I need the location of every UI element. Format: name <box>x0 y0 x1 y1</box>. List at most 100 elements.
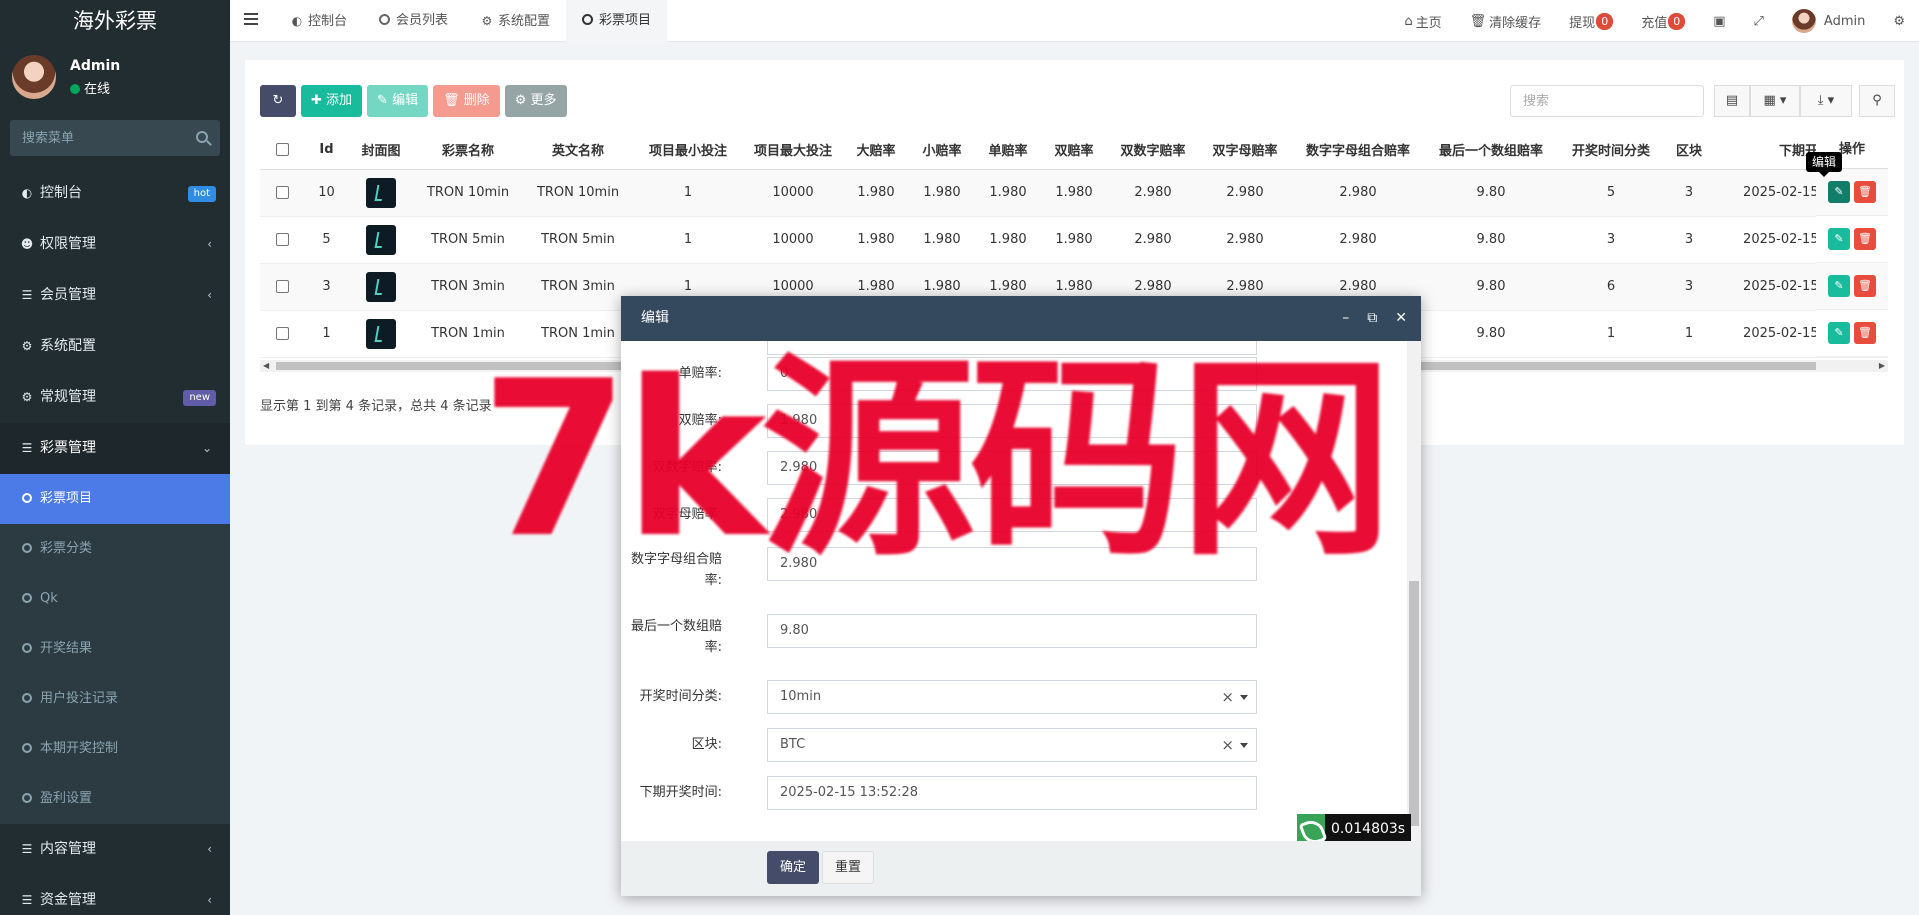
row-edit-button[interactable]: ✎ <box>1828 181 1850 203</box>
row-checkbox[interactable] <box>275 327 289 340</box>
scroll-left-icon[interactable]: ◀ <box>263 360 269 372</box>
row-delete-button[interactable]: 🗑 <box>1854 275 1876 297</box>
page-trace-timer[interactable]: 0.014803s <box>1297 814 1412 844</box>
maximize-icon[interactable]: ⧉ <box>1367 296 1377 341</box>
tab-system-config[interactable]: ⚙ 系统配置 <box>464 0 566 42</box>
withdraw-link[interactable]: 提现 0 <box>1555 0 1627 42</box>
app-logo[interactable]: 海外彩票 <box>0 0 230 42</box>
row-checkbox[interactable] <box>275 186 289 199</box>
row-checkbox[interactable] <box>275 280 289 293</box>
row-edit-button[interactable]: ✎ <box>1828 275 1850 297</box>
col-header[interactable]: 最后一个数组赔率 <box>1425 130 1557 170</box>
sidebar-subitem-draw-control[interactable]: 本期开奖控制 <box>0 724 230 774</box>
language-icon[interactable]: ▣ <box>1699 0 1739 42</box>
close-icon[interactable]: ✕ <box>1395 296 1407 341</box>
col-header[interactable]: 英文名称 <box>523 130 633 170</box>
sidebar-item-dashboard[interactable]: ◐ 控制台 hot <box>0 168 230 219</box>
recharge-link[interactable]: 充值 0 <box>1627 0 1699 42</box>
search-icon[interactable] <box>196 131 208 143</box>
block-select[interactable]: BTC × <box>767 728 1257 762</box>
col-header[interactable]: 小赔率 <box>909 130 975 170</box>
double-number-odds-input[interactable]: 2.980 <box>767 451 1257 485</box>
advanced-search-button[interactable]: ⚲ <box>1859 85 1895 117</box>
modal-vertical-scrollbar[interactable] <box>1407 341 1421 841</box>
reset-button[interactable]: 重置 <box>822 851 874 884</box>
sidebar-item-members[interactable]: ☰ 会员管理 ‹ <box>0 270 230 321</box>
home-link[interactable]: ⌂ 主页 <box>1390 0 1455 42</box>
combo-odds-input[interactable]: 2.980 <box>767 547 1257 581</box>
col-header[interactable]: 数字字母组合赔率 <box>1291 130 1425 170</box>
table-row[interactable]: 10 TRON 10min TRON 10min 1 10000 1.980 1.980 1.… <box>260 169 1888 217</box>
admin-menu[interactable]: Admin <box>1778 0 1879 42</box>
columns-button[interactable]: ▦ ▾ <box>1750 85 1800 117</box>
sidebar-subitem-lottery-category[interactable]: 彩票分类 <box>0 524 230 574</box>
more-button[interactable]: ⚙ 更多 <box>504 85 567 117</box>
row-delete-button[interactable]: 🗑 <box>1854 181 1876 203</box>
scroll-right-icon[interactable]: ▶ <box>1879 360 1885 372</box>
col-header[interactable]: 大赔率 <box>843 130 909 170</box>
last-number-odds-input[interactable]: 9.80 <box>767 614 1257 648</box>
select-all-checkbox[interactable] <box>275 142 289 156</box>
sidebar-item-general[interactable]: ⚙ 常规管理 new <box>0 372 230 423</box>
draw-time-category-select[interactable]: 10min × <box>767 680 1257 714</box>
sidebar-item-funds[interactable]: ☰ 资金管理 ‹ <box>0 875 230 915</box>
col-header[interactable]: 双赔率 <box>1041 130 1107 170</box>
clear-icon[interactable]: × <box>1221 681 1234 713</box>
cover-image[interactable] <box>366 224 396 255</box>
col-header[interactable]: 彩票名称 <box>413 130 523 170</box>
cover-image[interactable] <box>366 177 396 208</box>
table-search-input[interactable] <box>1510 85 1704 117</box>
settings-gear-icon[interactable]: ⚙ <box>1879 0 1919 42</box>
toggle-view-button[interactable]: ▤ <box>1714 85 1750 117</box>
sidebar-item-lottery[interactable]: ☰ 彩票管理 ⌄ <box>0 423 230 474</box>
sidebar-subitem-bet-records[interactable]: 用户投注记录 <box>0 674 230 724</box>
clear-cache-link[interactable]: 🗑 清除缓存 <box>1456 0 1556 42</box>
col-header[interactable]: 区块 <box>1665 130 1713 170</box>
col-header[interactable]: 双数字赔率 <box>1107 130 1199 170</box>
cover-image[interactable] <box>366 318 396 349</box>
edit-button[interactable]: ✎ 编辑 <box>367 85 429 117</box>
delete-button[interactable]: 🗑 删除 <box>433 85 500 117</box>
col-header[interactable]: Id <box>304 130 349 170</box>
col-header[interactable]: 开奖时间分类 <box>1557 130 1665 170</box>
minimize-icon[interactable]: – <box>1342 296 1349 341</box>
cover-image[interactable] <box>366 271 396 302</box>
sidebar-subitem-lottery-project[interactable]: 彩票项目 <box>0 474 230 524</box>
even-odds-input[interactable]: 1.980 <box>767 404 1257 438</box>
row-edit-button[interactable]: ✎ <box>1828 322 1850 344</box>
table-row[interactable]: 5 TRON 5min TRON 5min 1 10000 1.980 1.980 1.980… <box>260 216 1888 264</box>
odd-odds-input[interactable]: 0 <box>767 357 1257 391</box>
col-header[interactable]: 单赔率 <box>975 130 1041 170</box>
topbar: ◐ 控制台 会员列表 ⚙ 系统配置 彩票项目 ⌂ 主页 🗑 清除缓存 提现 0 充值 0 ▣… <box>230 0 1919 42</box>
export-button[interactable]: ⤓ ▾ <box>1800 85 1852 117</box>
tab-lottery-project[interactable]: 彩票项目 <box>566 0 668 42</box>
row-checkbox[interactable] <box>275 233 289 246</box>
menu-toggle-icon[interactable] <box>244 13 258 25</box>
sidebar-item-system-config[interactable]: ⚙ 系统配置 <box>0 321 230 372</box>
col-header[interactable]: 双字母赔率 <box>1199 130 1291 170</box>
col-header[interactable]: 项目最小投注 <box>633 130 743 170</box>
row-edit-button[interactable]: ✎ <box>1828 228 1850 250</box>
menu-search-input[interactable] <box>10 120 220 156</box>
modal-header[interactable]: 编辑 – ⧉ ✕ <box>621 296 1421 341</box>
sidebar-item-content[interactable]: ☰ 内容管理 ‹ <box>0 824 230 875</box>
sidebar-subitem-draw-results[interactable]: 开奖结果 <box>0 624 230 674</box>
clear-icon[interactable]: × <box>1221 729 1234 761</box>
refresh-button[interactable]: ↻ <box>260 85 296 117</box>
col-header[interactable]: 封面图 <box>349 130 413 170</box>
confirm-button[interactable]: 确定 <box>767 851 819 884</box>
tab-dashboard[interactable]: ◐ 控制台 <box>274 0 363 42</box>
sidebar-item-permissions[interactable]: ☻ 权限管理 ‹ <box>0 219 230 270</box>
tab-member-list[interactable]: 会员列表 <box>363 0 464 42</box>
sidebar-subitem-qk[interactable]: Qk <box>0 574 230 624</box>
row-delete-button[interactable]: 🗑 <box>1854 228 1876 250</box>
sidebar-subitem-profit-settings[interactable]: 盈利设置 <box>0 774 230 824</box>
cell-big: 1.980 <box>843 216 909 264</box>
fullscreen-icon[interactable]: ⤢ <box>1740 0 1778 42</box>
double-letter-odds-input[interactable]: 2.980 <box>767 498 1257 532</box>
next-draw-time-input[interactable]: 2025-02-15 13:52:28 <box>767 776 1257 810</box>
add-button[interactable]: ✚ 添加 <box>301 85 363 117</box>
scrollbar-thumb[interactable] <box>1409 581 1419 826</box>
row-delete-button[interactable]: 🗑 <box>1854 322 1876 344</box>
col-header[interactable]: 项目最大投注 <box>743 130 843 170</box>
